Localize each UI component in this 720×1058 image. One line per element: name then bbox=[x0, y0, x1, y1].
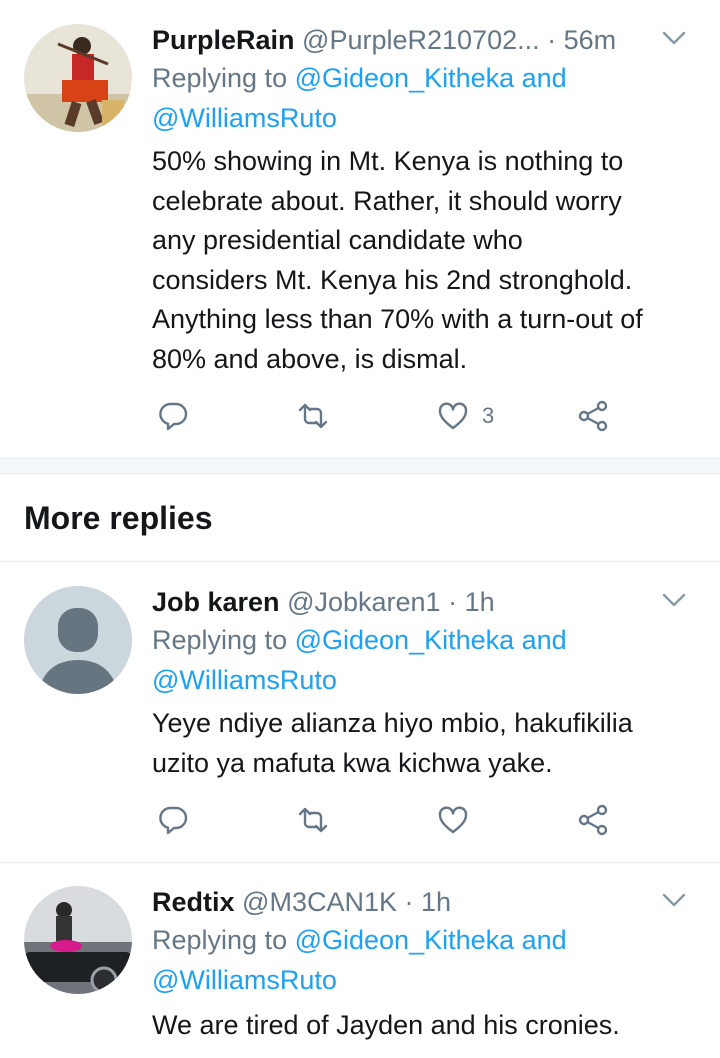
tweet-text-line: Yeye ndiye alianza hiyo mbio, hakufikili… bbox=[152, 708, 633, 738]
chevron-down-icon[interactable] bbox=[658, 584, 690, 616]
reply-button[interactable] bbox=[156, 394, 190, 438]
section-heading: More replies bbox=[24, 500, 213, 536]
share-icon bbox=[578, 400, 608, 432]
like-button[interactable]: 3 bbox=[436, 394, 494, 438]
tweet-header: Redtix @M3CAN1K · 1h bbox=[152, 882, 700, 922]
tweet-actions bbox=[152, 798, 622, 842]
retweet-button[interactable] bbox=[296, 394, 330, 438]
replying-to-label: Replying to bbox=[152, 625, 295, 655]
avatar-image bbox=[24, 24, 132, 132]
user-handle[interactable]: @PurpleR210702... bbox=[302, 25, 540, 55]
tweet-text: Yeye ndiye alianza hiyo mbio, hakufikili… bbox=[152, 704, 696, 783]
avatar[interactable] bbox=[24, 586, 132, 694]
tweet-text-line: 50% showing in Mt. Kenya is nothing to bbox=[152, 146, 624, 176]
tweet-header: Job karen @Jobkaren1 · 1h bbox=[152, 582, 700, 622]
tweet-text-line: considers Mt. Kenya his 2nd stronghold. bbox=[152, 264, 633, 295]
timestamp[interactable]: 56m bbox=[564, 25, 617, 55]
tweet-text-line: We are tired of Jayden and his cronies. bbox=[152, 1010, 620, 1040]
mention-link[interactable]: @WilliamsRuto bbox=[152, 665, 337, 695]
display-name[interactable]: PurpleRain bbox=[152, 25, 295, 55]
separator-dot: · bbox=[404, 887, 414, 917]
display-name[interactable]: Redtix bbox=[152, 887, 235, 917]
share-button[interactable] bbox=[576, 394, 610, 438]
replying-to-second-line: @WilliamsRuto bbox=[152, 660, 337, 700]
user-handle[interactable]: @Jobkaren1 bbox=[287, 587, 441, 617]
timestamp[interactable]: 1h bbox=[465, 587, 495, 617]
tweet[interactable]: Redtix @M3CAN1K · 1h Replying to @Gideon… bbox=[0, 882, 720, 1058]
timestamp[interactable]: 1h bbox=[421, 887, 451, 917]
share-icon bbox=[578, 804, 608, 836]
tweet-text-line: 80% and above, is dismal. bbox=[152, 343, 468, 374]
separator-dot: · bbox=[448, 587, 458, 617]
divider bbox=[0, 862, 720, 863]
separator-dot: · bbox=[547, 25, 557, 55]
share-button[interactable] bbox=[576, 798, 610, 842]
retweet-icon bbox=[298, 807, 328, 833]
tweet-text-line: uzito ya mafuta kwa kichwa yake. bbox=[152, 747, 553, 778]
tweet[interactable]: PurpleRain @PurpleR210702... · 56m Reply… bbox=[0, 20, 720, 460]
mention-link[interactable]: @WilliamsRuto bbox=[152, 103, 337, 133]
replying-to: Replying to @Gideon_Kitheka and bbox=[152, 58, 567, 98]
retweet-button[interactable] bbox=[296, 798, 330, 842]
mention-link[interactable]: @Gideon_Kitheka and bbox=[295, 625, 567, 655]
display-name[interactable]: Job karen bbox=[152, 587, 280, 617]
replying-to: Replying to @Gideon_Kitheka and bbox=[152, 920, 567, 960]
reply-button[interactable] bbox=[156, 798, 190, 842]
tweet-text: We are tired of Jayden and his cronies. bbox=[152, 1006, 696, 1046]
replying-to-label: Replying to bbox=[152, 925, 295, 955]
reply-icon bbox=[159, 806, 188, 835]
default-avatar-icon bbox=[24, 586, 132, 694]
user-handle[interactable]: @M3CAN1K bbox=[242, 887, 397, 917]
avatar[interactable] bbox=[24, 24, 132, 132]
divider bbox=[0, 561, 720, 562]
reply-icon bbox=[159, 402, 188, 431]
tweet-header: PurpleRain @PurpleR210702... · 56m bbox=[152, 20, 700, 60]
replying-to-second-line: @WilliamsRuto bbox=[152, 98, 337, 138]
like-button[interactable] bbox=[436, 798, 482, 842]
replying-to: Replying to @Gideon_Kitheka and bbox=[152, 620, 567, 660]
mention-link[interactable]: @WilliamsRuto bbox=[152, 965, 337, 995]
mention-link[interactable]: @Gideon_Kitheka and bbox=[295, 925, 567, 955]
tweet-actions: 3 bbox=[152, 394, 622, 438]
heart-icon bbox=[438, 402, 468, 430]
tweet-text-line: Anything less than 70% with a turn-out o… bbox=[152, 304, 643, 334]
chevron-down-icon[interactable] bbox=[658, 884, 690, 916]
section-divider bbox=[0, 458, 720, 474]
mention-link[interactable]: @Gideon_Kitheka and bbox=[295, 63, 567, 93]
avatar[interactable] bbox=[24, 886, 132, 994]
tweet-text: 50% showing in Mt. Kenya is nothing to c… bbox=[152, 142, 696, 379]
chevron-down-icon[interactable] bbox=[658, 22, 690, 54]
tweet[interactable]: Job karen @Jobkaren1 · 1h Replying to @G… bbox=[0, 582, 720, 862]
tweet-text-line: celebrate about. Rather, it should worry bbox=[152, 185, 622, 216]
replying-to-label: Replying to bbox=[152, 63, 295, 93]
replying-to-second-line: @WilliamsRuto bbox=[152, 960, 337, 1000]
heart-icon bbox=[438, 806, 468, 834]
retweet-icon bbox=[298, 403, 328, 429]
like-count: 3 bbox=[482, 403, 495, 428]
avatar-image bbox=[24, 886, 132, 994]
tweet-text-line: any presidential candidate who bbox=[152, 225, 523, 255]
